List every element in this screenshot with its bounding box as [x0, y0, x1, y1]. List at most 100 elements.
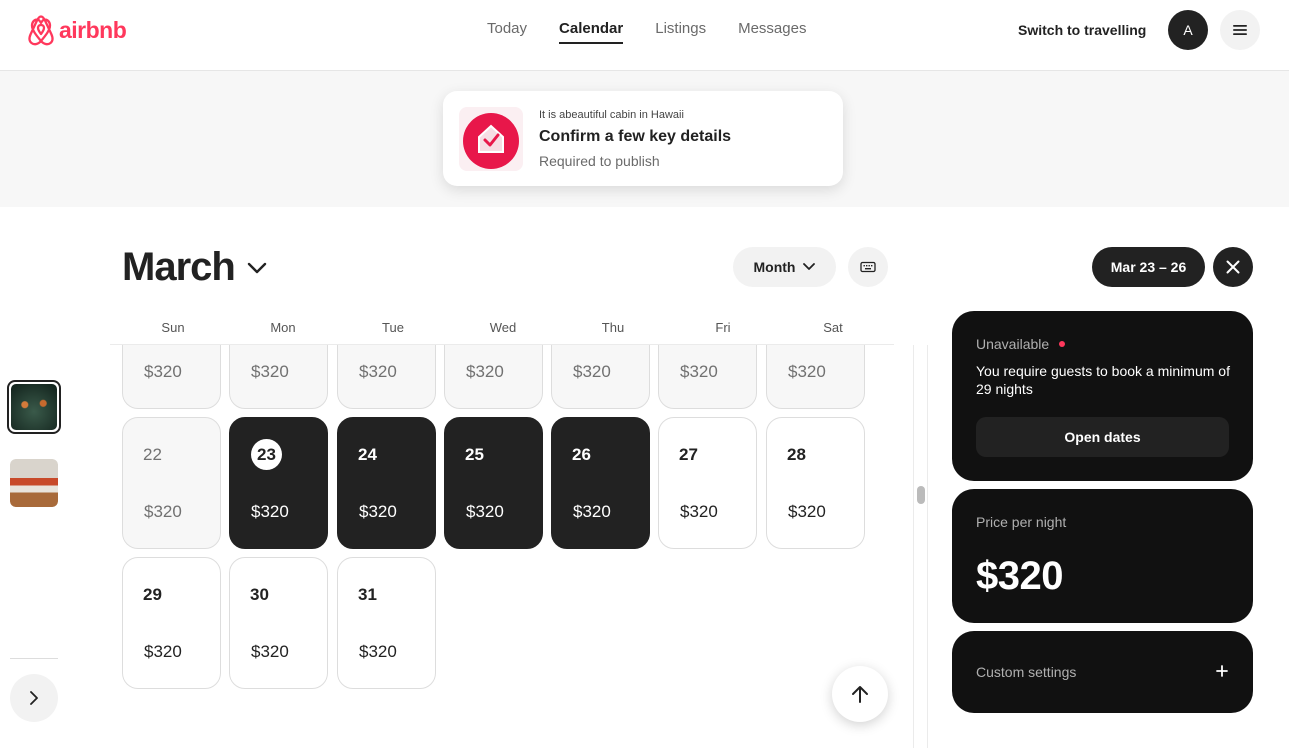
- day-number: 23: [251, 439, 282, 470]
- day-number: 25: [465, 445, 484, 464]
- weekday-label: Tue: [382, 320, 404, 335]
- day-number: 26: [572, 445, 591, 464]
- calendar-day-cell[interactable]: $320: [658, 345, 757, 409]
- calendar-day-cell[interactable]: $320: [337, 345, 436, 409]
- day-price: $320: [359, 502, 397, 521]
- price-value: $320: [976, 554, 1063, 598]
- weekday-label: Fri: [715, 320, 731, 335]
- banner-kicker: It is abeautiful cabin in Hawaii: [539, 109, 684, 121]
- rail-divider: [10, 658, 58, 659]
- nav-listings[interactable]: Listings: [655, 20, 706, 44]
- calendar-day-cell[interactable]: 22 $320: [122, 417, 221, 549]
- price-label: Price per night: [976, 514, 1067, 530]
- calendar-day-cell[interactable]: 23 $320: [229, 417, 328, 549]
- availability-message: You require guests to book a minimum of …: [976, 363, 1230, 397]
- calendar-day-cell[interactable]: 29 $320: [122, 557, 221, 689]
- day-price: $320: [788, 362, 826, 381]
- day-price: $320: [573, 502, 611, 521]
- month-picker-button[interactable]: [247, 258, 267, 283]
- airbnb-logo-icon: [28, 15, 54, 46]
- weekday-label: Sun: [161, 320, 185, 335]
- plus-icon: [1216, 665, 1228, 677]
- availability-status: Unavailable: [976, 336, 1066, 352]
- listing-thumbnail-cabin[interactable]: [7, 380, 61, 434]
- view-select[interactable]: Month: [733, 247, 836, 287]
- day-price: $320: [466, 502, 504, 521]
- day-number: 27: [679, 445, 698, 464]
- next-listings-button[interactable]: [10, 674, 58, 722]
- listing-banner[interactable]: It is abeautiful cabin in Hawaii Confirm…: [443, 91, 843, 186]
- calendar-day-cell[interactable]: $320: [551, 345, 650, 409]
- day-number: 24: [358, 445, 377, 464]
- day-price: $320: [573, 362, 611, 381]
- keyboard-icon: [860, 261, 876, 273]
- day-number: 30: [250, 585, 269, 604]
- nav-messages[interactable]: Messages: [738, 20, 806, 44]
- calendar-day-cell[interactable]: $320: [766, 345, 865, 409]
- scroll-track-edge: [927, 345, 928, 748]
- calendar-day-cell[interactable]: 28 $320: [766, 417, 865, 549]
- nav-today[interactable]: Today: [487, 20, 527, 44]
- scroll-track-edge: [913, 345, 914, 748]
- weekday-label: Mon: [270, 320, 296, 335]
- day-number: 31: [358, 585, 377, 604]
- listing-thumbnail-room[interactable]: [10, 459, 58, 507]
- calendar-scrollbar[interactable]: [917, 486, 925, 504]
- hamburger-icon: [1233, 25, 1247, 35]
- availability-card: Unavailable You require guests to book a…: [952, 311, 1253, 481]
- scroll-to-top-button[interactable]: [832, 666, 888, 722]
- cabin-photo: [11, 384, 57, 430]
- main-nav: Today Calendar Listings Messages: [487, 20, 806, 44]
- weekday-label: Wed: [489, 320, 517, 335]
- avatar[interactable]: A: [1168, 10, 1208, 50]
- room-photo: [10, 459, 58, 507]
- day-price: $320: [359, 642, 397, 661]
- custom-settings-card[interactable]: Custom settings: [952, 631, 1253, 713]
- calendar-day-cell[interactable]: 25 $320: [444, 417, 543, 549]
- nav-calendar[interactable]: Calendar: [559, 20, 624, 44]
- day-price: $320: [251, 502, 289, 521]
- close-selection-button[interactable]: [1213, 247, 1253, 287]
- day-price: $320: [466, 362, 504, 381]
- day-price: $320: [251, 642, 289, 661]
- top-bar: airbnb Today Calendar Listings Messages …: [0, 0, 1289, 71]
- open-dates-button[interactable]: Open dates: [976, 417, 1229, 457]
- price-card[interactable]: Price per night $320: [952, 489, 1253, 623]
- day-price: $320: [680, 502, 718, 521]
- day-number: 28: [787, 445, 806, 464]
- day-number: 22: [143, 445, 162, 464]
- brand-name: airbnb: [59, 16, 127, 43]
- chevron-down-icon: [803, 263, 816, 270]
- menu-button[interactable]: [1220, 10, 1260, 50]
- weekday-header: Sun Mon Tue Wed Thu Fri Sat: [118, 320, 893, 335]
- day-number: 29: [143, 585, 162, 604]
- day-price: $320: [251, 362, 289, 381]
- chevron-down-icon: [247, 262, 267, 274]
- calendar-day-cell[interactable]: 24 $320: [337, 417, 436, 549]
- day-price: $320: [144, 502, 182, 521]
- calendar-day-cell[interactable]: 30 $320: [229, 557, 328, 689]
- status-dot: [1059, 341, 1066, 347]
- chevron-right-icon: [30, 691, 38, 705]
- banner-title: Confirm a few key details: [539, 128, 732, 145]
- calendar-day-cell[interactable]: 31 $320: [337, 557, 436, 689]
- calendar-day-cell[interactable]: $320: [444, 345, 543, 409]
- weekday-label: Sat: [823, 320, 843, 335]
- view-select-label: Month: [753, 259, 796, 275]
- calendar-day-cell[interactable]: $320: [122, 345, 221, 409]
- keyboard-shortcuts-button[interactable]: [848, 247, 888, 287]
- day-price: $320: [144, 362, 182, 381]
- calendar-day-cell[interactable]: $320: [229, 345, 328, 409]
- switch-to-travelling-link[interactable]: Switch to travelling: [1018, 22, 1146, 38]
- calendar-day-cell[interactable]: 26 $320: [551, 417, 650, 549]
- house-check-icon: [459, 107, 523, 171]
- selected-dates-pill[interactable]: Mar 23 – 26: [1092, 247, 1205, 287]
- calendar-grid: $320 $320 $320 $320 $320 $320 $320 22 $320 23 $320…: [110, 345, 900, 748]
- airbnb-logo[interactable]: airbnb: [26, 14, 127, 46]
- month-title: March: [122, 245, 236, 289]
- close-icon: [1226, 260, 1240, 274]
- day-price: $320: [144, 642, 182, 661]
- custom-settings-label: Custom settings: [976, 664, 1077, 680]
- calendar-day-cell[interactable]: 27 $320: [658, 417, 757, 549]
- day-price: $320: [359, 362, 397, 381]
